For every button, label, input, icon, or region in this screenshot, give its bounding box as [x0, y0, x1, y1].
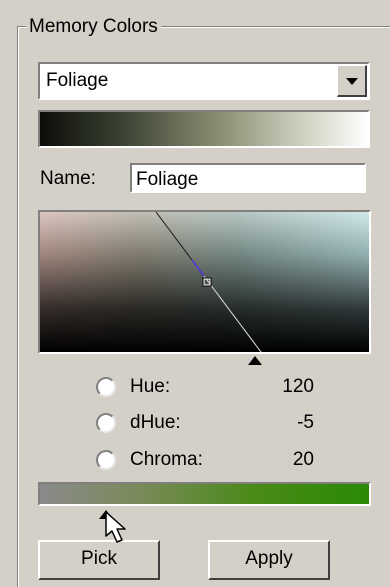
plane-position-marker[interactable] — [248, 356, 262, 365]
preset-dropdown-value: Foliage — [46, 70, 109, 91]
color-preview-gradient — [38, 110, 370, 148]
hue-label: Hue: — [130, 376, 171, 397]
chroma-gradient-bar[interactable] — [38, 482, 371, 506]
apply-button-label: Apply — [245, 548, 293, 569]
group-title: Memory Colors — [26, 16, 161, 38]
chevron-down-icon — [346, 78, 358, 85]
pick-button[interactable]: Pick — [38, 540, 160, 580]
name-input[interactable] — [130, 163, 366, 193]
dhue-radio[interactable] — [96, 413, 116, 433]
pick-button-label: Pick — [81, 548, 117, 569]
color-plane[interactable] — [38, 210, 371, 354]
hue-line-overlay — [155, 212, 262, 352]
chroma-label: Chroma: — [130, 449, 203, 470]
option-hue[interactable]: Hue: 120 — [96, 375, 326, 401]
dhue-segment — [191, 259, 205, 277]
hue-line-lower — [203, 275, 262, 352]
chroma-value: 20 — [292, 449, 314, 470]
dhue-label: dHue: — [130, 412, 181, 433]
hue-line-upper — [155, 212, 193, 261]
apply-button[interactable]: Apply — [208, 540, 330, 580]
name-label: Name: — [40, 168, 96, 189]
mouse-pointer-icon — [105, 511, 126, 543]
option-dhue[interactable]: dHue: -5 — [96, 411, 326, 437]
hue-radio[interactable] — [96, 377, 116, 397]
hue-value: 120 — [282, 376, 314, 397]
dropdown-arrow-button[interactable] — [337, 65, 367, 97]
preset-dropdown[interactable]: Foliage — [38, 62, 370, 100]
dhue-value: -5 — [297, 412, 314, 433]
option-chroma[interactable]: Chroma: 20 — [96, 448, 326, 474]
chroma-radio[interactable] — [96, 450, 116, 470]
